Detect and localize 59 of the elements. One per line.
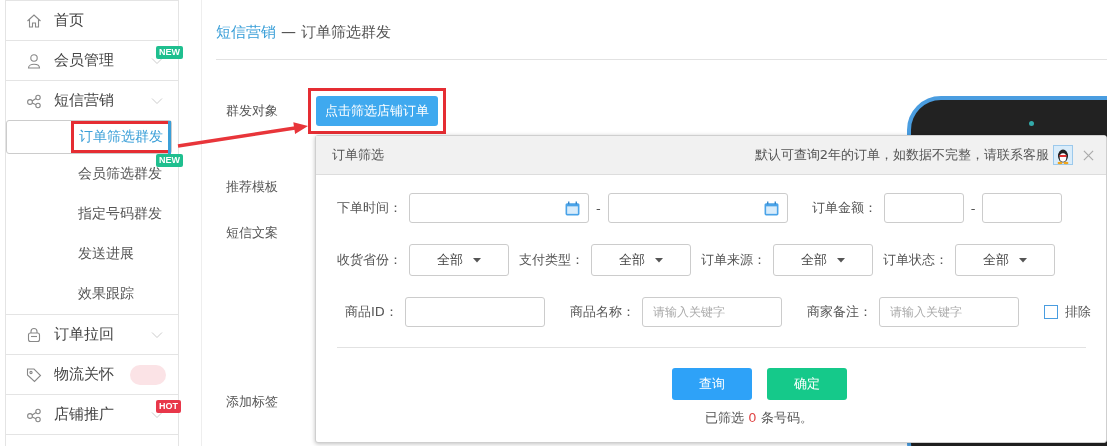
close-icon[interactable] <box>1083 149 1094 161</box>
share-icon <box>26 92 42 109</box>
date-field[interactable] <box>409 193 589 223</box>
sidebar-item[interactable]: 会员管理 <box>6 41 150 80</box>
text-field[interactable]: 请输入关键字 <box>641 297 782 327</box>
calendar-icon <box>763 200 779 216</box>
sidebar-item[interactable]: 短信营销 <box>6 81 150 120</box>
amount-field[interactable] <box>883 193 964 223</box>
calendar-icon <box>565 200 580 216</box>
penguin-icon[interactable] <box>1053 145 1073 165</box>
badge: NEW <box>156 46 183 59</box>
submenu-item[interactable]: 发送进展 <box>70 238 142 270</box>
bag-icon <box>26 326 42 343</box>
badge: HOT <box>156 400 181 413</box>
range-separator: - <box>596 200 601 216</box>
dropdown[interactable]: 全部 <box>591 244 691 276</box>
notice-text: 默认可查询2年的订单，如数据不完整，请联系客服 <box>754 146 1049 164</box>
sidebar-item[interactable]: 店铺推广 <box>6 395 150 434</box>
field-label: 商品ID： <box>345 303 398 321</box>
sidebar-item[interactable]: 首页 <box>6 1 150 40</box>
text-field[interactable]: 请输入关键字 <box>878 297 1019 327</box>
breadcrumb-separator: — <box>281 23 296 43</box>
field-label: 订单状态： <box>883 251 948 269</box>
form-label: 短信文案 <box>225 226 279 240</box>
share-icon <box>26 406 42 423</box>
dropdown[interactable]: 全部 <box>409 244 509 276</box>
tag-icon <box>26 366 42 383</box>
field-label: 收货省份： <box>337 251 402 269</box>
form-label: 推荐模板 <box>225 180 279 194</box>
form-label: 群发对象 <box>225 104 279 118</box>
text-field[interactable] <box>404 297 545 327</box>
checkbox-label: 排除 <box>1064 303 1091 321</box>
submenu-item[interactable]: 指定号码群发 <box>70 198 170 230</box>
date-field[interactable] <box>607 193 788 223</box>
dropdown[interactable]: 全部 <box>773 244 873 276</box>
dialog-title: 订单筛选 <box>332 146 385 164</box>
submenu-item[interactable]: 效果跟踪 <box>70 278 142 310</box>
caret-icon <box>655 257 663 263</box>
badge: NEW <box>156 154 183 167</box>
field-label: 订单来源： <box>701 251 766 269</box>
caret-icon <box>473 257 481 263</box>
amount-field[interactable] <box>982 193 1063 223</box>
form-label: 添加标签 <box>225 395 279 409</box>
field-label: 下单时间： <box>337 199 402 217</box>
user-icon <box>26 52 42 69</box>
range-separator: - <box>970 200 976 216</box>
sidebar-item[interactable]: 订单拉回 <box>6 315 150 354</box>
sidebar-item[interactable]: 物流关怀 <box>6 355 122 394</box>
caret-icon <box>837 257 845 263</box>
caret-icon <box>1019 257 1027 263</box>
field-label: 商家备注： <box>806 303 872 321</box>
checkbox[interactable] <box>1043 305 1058 319</box>
field-label: 商品名称： <box>569 303 635 321</box>
breadcrumb-current: 订单筛选群发 <box>301 23 391 43</box>
result-text: 已筛选 0 条号码。 <box>704 409 814 427</box>
dropdown[interactable]: 全部 <box>955 244 1055 276</box>
field-label: 支付类型： <box>519 251 584 269</box>
field-label: 订单金额： <box>811 199 877 217</box>
home-icon <box>26 12 42 29</box>
